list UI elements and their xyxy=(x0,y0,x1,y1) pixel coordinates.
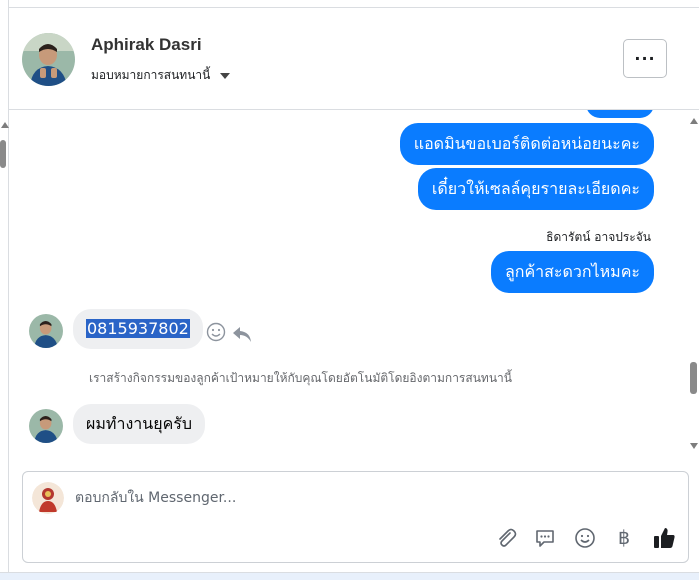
saved-replies-icon[interactable] xyxy=(531,524,559,552)
reply-input[interactable] xyxy=(75,486,635,510)
phone-number-text[interactable]: 0815937802 xyxy=(86,319,190,338)
thumbs-up-icon[interactable] xyxy=(650,524,678,552)
incoming-message[interactable]: ผมทำงานยุครับ xyxy=(73,404,206,444)
payment-icon[interactable]: ฿ xyxy=(610,524,638,552)
baht-symbol: ฿ xyxy=(617,527,631,549)
attachment-icon[interactable] xyxy=(492,524,520,552)
emoji-icon[interactable] xyxy=(571,524,599,552)
more-dots-icon: ··· xyxy=(634,49,656,68)
contact-name[interactable]: Aphirak Dasri xyxy=(91,35,202,55)
thread-scrollbar[interactable] xyxy=(689,110,699,460)
more-options-button[interactable]: ··· xyxy=(623,39,667,78)
top-divider xyxy=(9,0,699,8)
scroll-down-arrow-icon[interactable] xyxy=(690,443,698,449)
assign-conversation-dropdown[interactable]: มอบหมายการสนทนานี้ xyxy=(91,66,231,85)
message-text: ผมทำงานยุครับ xyxy=(86,414,193,433)
system-note: เราสร้างกิจกรรมของลูกค้าเป้าหมายให้กับคุ… xyxy=(89,371,512,385)
caret-down-icon xyxy=(220,72,231,79)
scrollbar-thumb[interactable] xyxy=(690,362,697,394)
conversation-header: Aphirak Dasri มอบหมายการสนทนานี้ ··· xyxy=(9,8,699,110)
reply-composer: ฿ xyxy=(22,471,689,563)
scroll-up-arrow-icon[interactable] xyxy=(690,118,698,124)
outgoing-message[interactable]: แอดมินขอเบอร์ติดต่อหน่อยนะคะ xyxy=(399,123,654,165)
contact-avatar-small[interactable] xyxy=(29,314,63,348)
outgoing-message[interactable]: ลูกค้าสะดวกไหมคะ xyxy=(490,251,654,293)
reply-icon[interactable] xyxy=(232,324,252,348)
contact-avatar[interactable] xyxy=(22,33,75,86)
sender-name: ธิดารัตน์ อาจประจัน xyxy=(546,230,651,244)
message-text: ลูกค้าสะดวกไหมคะ xyxy=(504,262,640,281)
outgoing-message[interactable]: เดี๋ยวให้เซลล์คุยรายละเอียดคะ xyxy=(417,168,654,210)
message-thread[interactable]: แอดมินขอเบอร์ติดต่อหน่อยนะคะ เดี๋ยวให้เซ… xyxy=(9,110,689,460)
left-scrollbar[interactable] xyxy=(0,0,9,580)
assign-conversation-label: มอบหมายการสนทนานี้ xyxy=(91,68,211,82)
scroll-up-arrow-icon[interactable] xyxy=(1,122,9,128)
bottom-bar xyxy=(0,572,699,580)
react-emoji-icon[interactable] xyxy=(206,322,226,347)
incoming-message[interactable]: 0815937802 xyxy=(73,309,203,349)
contact-avatar-small[interactable] xyxy=(29,409,63,443)
message-text: เดี๋ยวให้เซลล์คุยรายละเอียดคะ xyxy=(431,179,640,198)
page-avatar xyxy=(32,482,64,514)
message-text: แอดมินขอเบอร์ติดต่อหน่อยนะคะ xyxy=(413,134,640,153)
partial-outgoing-bubble xyxy=(586,110,654,118)
scrollbar-thumb[interactable] xyxy=(0,140,6,168)
